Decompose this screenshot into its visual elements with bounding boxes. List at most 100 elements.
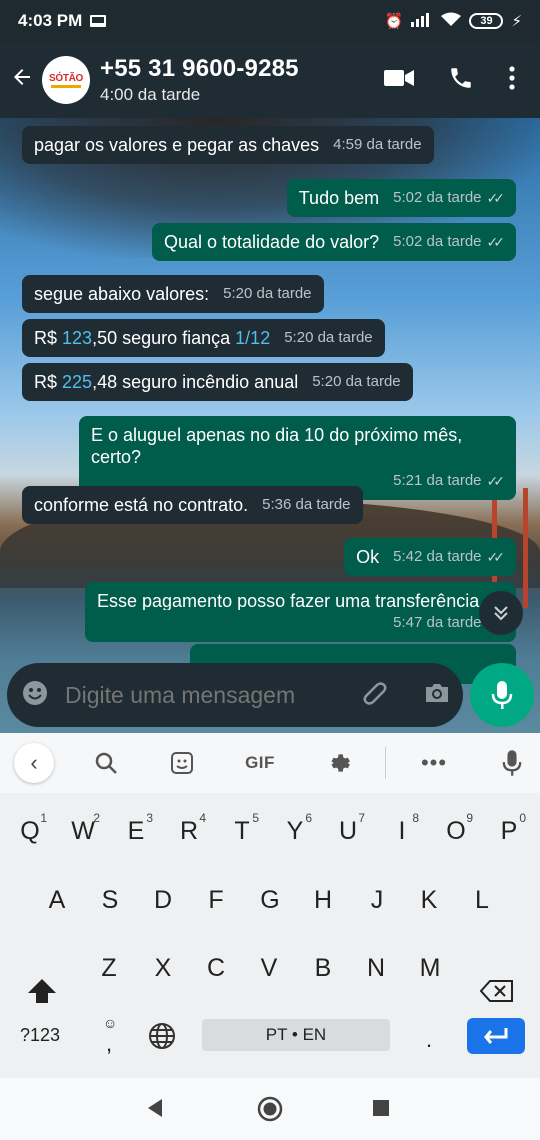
space-key[interactable]: PT • EN [202,1019,390,1051]
alarm-icon: ⏰ [384,12,404,30]
symbols-key[interactable]: ?123 [20,1025,60,1046]
period-key[interactable]: . [426,1027,432,1053]
key-t[interactable]: T5 [217,803,267,859]
phone-link[interactable]: 123 [62,328,92,348]
screen-icon [90,15,107,27]
key-j[interactable]: J [352,872,402,928]
search-icon[interactable] [86,745,126,781]
keyboard: ‹ GIF ••• Q1W2E3R4T5Y6U7I8O9P0 ASDFGHJKL… [0,733,540,1078]
message-text: Esse pagamento posso fazer uma transferê… [97,591,480,610]
more-horiz-icon[interactable]: ••• [414,745,454,781]
message-outgoing[interactable]: Esse pagamento posso fazer uma transferê… [85,582,516,642]
header-text[interactable]: +55 31 9600-9285 4:00 da tarde [100,55,299,105]
key-r[interactable]: R4 [164,803,214,859]
gif-button[interactable]: GIF [240,745,280,781]
key-i[interactable]: I8 [377,803,427,859]
key-y[interactable]: Y6 [270,803,320,859]
key-hint: 5 [252,811,259,825]
key-hint: 2 [93,811,100,825]
message-input[interactable] [65,681,361,709]
avatar-logo: SÓTÃO [49,73,83,88]
voice-message-button[interactable] [470,663,534,727]
enter-key[interactable] [467,1018,525,1054]
key-p[interactable]: P0 [484,803,534,859]
emoji-icon[interactable] [21,679,49,712]
message-incoming[interactable]: R$ 123,50 seguro fiança 1/12 5:20 da tar… [22,319,385,357]
chat-area[interactable]: pagar os valores e pegar as chaves 4:59 … [0,118,540,733]
header-actions [384,65,516,96]
key-o[interactable]: O9 [431,803,481,859]
nav-recents-icon[interactable] [372,1099,390,1122]
key-l[interactable]: L [457,872,507,928]
camera-icon[interactable] [423,681,451,710]
shift-key[interactable] [17,963,67,1019]
key-g[interactable]: G [245,872,295,928]
keyboard-mic-icon[interactable] [492,745,532,781]
key-b[interactable]: B [298,940,348,996]
back-arrow-icon[interactable] [2,64,42,96]
avatar-logo-text: SÓTÃO [48,72,84,84]
key-z[interactable]: Z [84,940,134,996]
nav-back-icon[interactable] [146,1098,164,1123]
message-incoming[interactable]: R$ 225,48 seguro incêndio anual 5:20 da … [22,363,413,401]
message-time: 5:02 da tarde ✓✓ [393,231,505,253]
message-time-text: 5:02 da tarde [393,233,482,250]
key-v[interactable]: V [244,940,294,996]
key-label: Y [286,816,304,845]
message-outgoing[interactable]: Tudo bem 5:02 da tarde ✓✓ [286,179,516,217]
key-h[interactable]: H [298,872,348,928]
key-hint: 9 [466,811,473,825]
message-text: Tudo bem [298,188,380,208]
globe-icon[interactable] [147,1021,177,1056]
key-s[interactable]: S [85,872,135,928]
contact-name[interactable]: +55 31 9600-9285 [100,55,299,83]
key-c[interactable]: C [191,940,241,996]
double-check-icon: ✓✓ [486,190,506,206]
phone-link[interactable]: 225 [62,372,92,392]
avatar[interactable]: SÓTÃO [42,56,90,104]
key-n[interactable]: N [351,940,401,996]
comma-key[interactable]: , [106,1031,112,1057]
message-outgoing[interactable]: Qual o totalidade do valor? 5:02 da tard… [151,223,516,261]
key-x[interactable]: X [138,940,188,996]
sticker-icon[interactable] [162,745,202,781]
message-text-part: ,48 seguro incêndio anual [92,372,299,392]
nav-home-icon[interactable] [257,1096,283,1127]
key-f[interactable]: F [191,872,241,928]
key-d[interactable]: D [138,872,188,928]
message-outgoing[interactable]: Ok 5:42 da tarde ✓✓ [344,538,516,576]
message-time: 4:59 da tarde [333,134,421,156]
message-time-text: 5:42 da tarde [393,548,482,565]
key-u[interactable]: U7 [323,803,373,859]
key-hint: 4 [199,811,206,825]
scroll-to-bottom-button[interactable] [479,591,523,635]
chevron-left-icon[interactable]: ‹ [14,743,54,783]
status-icons: ⏰ 39 ⚡ [385,12,522,30]
key-k[interactable]: K [404,872,454,928]
phone-call-icon[interactable] [448,65,474,96]
key-a[interactable]: A [32,872,82,928]
attach-icon[interactable] [361,679,389,712]
more-vert-icon[interactable] [508,65,516,95]
message-incoming[interactable]: segue abaixo valores: 5:20 da tarde [22,275,324,313]
key-label: I [398,816,406,845]
key-m[interactable]: M [405,940,455,996]
key-hint: 3 [146,811,153,825]
space-label: PT • EN [265,1025,327,1044]
backspace-key[interactable] [472,963,522,1019]
key-label: A [48,885,66,914]
message-incoming[interactable]: pagar os valores e pegar as chaves 4:59 … [22,126,434,164]
message-incoming[interactable]: conforme está no contrato. 5:36 da tarde [22,486,363,524]
message-time-text: 5:21 da tarde [393,472,482,489]
key-e[interactable]: E3 [111,803,161,859]
emoji-hint: ☺ [103,1015,118,1031]
date-link[interactable]: 1/12 [235,328,270,348]
message-text-part: R$ [34,372,63,392]
message-time-text: 5:36 da tarde [262,496,351,513]
key-label: H [313,885,333,914]
video-call-icon[interactable] [384,68,414,93]
key-q[interactable]: Q1 [5,803,55,859]
key-w[interactable]: W2 [58,803,108,859]
settings-gear-icon[interactable] [318,745,358,781]
message-time-text: 5:20 da tarde [284,329,373,346]
